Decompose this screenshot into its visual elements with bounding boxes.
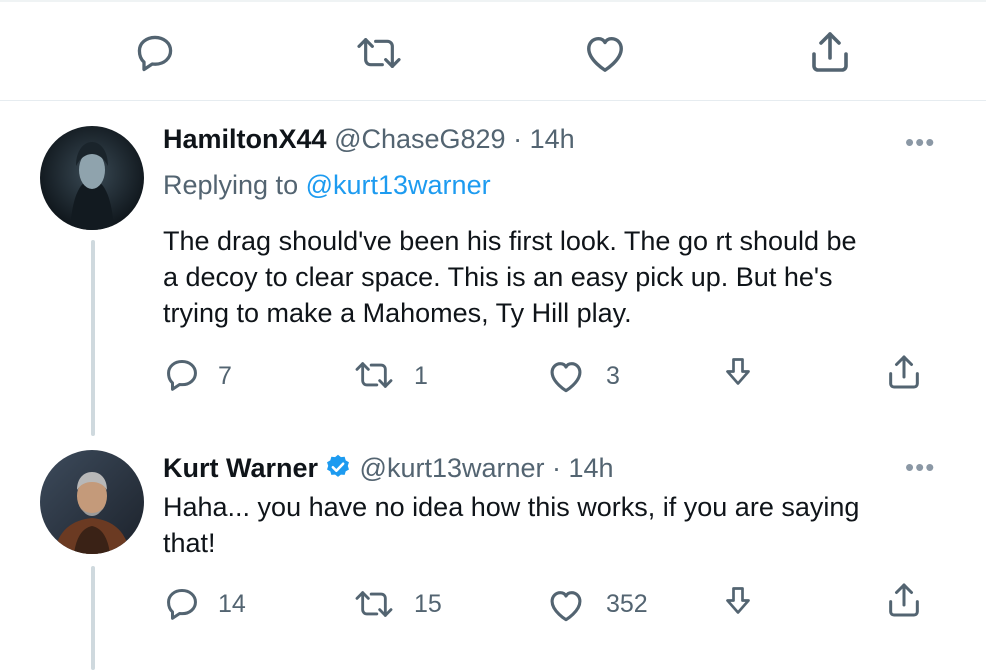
tweet-text-line: that! [163,528,216,558]
reply-icon[interactable] [163,356,201,394]
mention-link[interactable]: @kurt13warner [306,170,491,200]
tweet-text: The drag should've been his first look. … [163,223,963,331]
retweet-icon[interactable] [352,587,396,621]
top-border [0,0,986,2]
divider [0,100,986,101]
heart-icon[interactable] [582,32,628,74]
thread-line [91,566,95,670]
download-icon[interactable] [720,355,756,391]
display-name[interactable]: Kurt Warner [163,453,318,483]
tweet-text-line: a decoy to clear space. This is an easy … [163,262,833,292]
retweet-icon[interactable] [354,33,404,73]
reply-icon[interactable] [163,585,201,623]
tweet-text: Haha... you have no idea how this works,… [163,489,963,561]
thread-line [91,240,95,436]
replying-label: Replying to [163,170,306,200]
tweet-text-line: Haha... you have no idea how this works,… [163,492,860,522]
retweet-count: 15 [414,590,442,618]
display-name[interactable]: HamiltonX44 [163,124,327,154]
parent-tweet-actions [0,28,986,80]
tweet-text-line: trying to make a Mahomes, Ty Hill play. [163,298,632,328]
more-options-icon[interactable]: ••• [905,127,935,158]
reply-count: 14 [218,590,246,618]
retweet-icon[interactable] [352,358,396,392]
timestamp[interactable]: · 14h [513,124,575,154]
more-options-icon[interactable]: ••• [905,452,935,483]
user-handle[interactable]: @ChaseG829 [334,124,506,154]
tweet-text-line: The drag should've been his first look. … [163,226,857,256]
like-count: 352 [606,590,648,618]
share-icon[interactable] [884,580,924,620]
comment-icon[interactable] [133,31,177,75]
verified-badge-icon [324,453,352,488]
tweet-header: Kurt Warner @kurt13warner · 14h [163,452,614,488]
avatar[interactable] [40,126,144,230]
reply-count: 7 [218,362,232,390]
like-count: 3 [606,362,620,390]
like-icon[interactable] [546,587,586,623]
avatar[interactable] [40,450,144,554]
retweet-count: 1 [414,362,428,390]
timestamp[interactable]: · 14h [552,453,614,483]
download-icon[interactable] [720,584,756,620]
share-icon[interactable] [806,28,854,76]
like-icon[interactable] [546,358,586,394]
user-handle[interactable]: @kurt13warner [360,453,545,483]
tweet-header: HamiltonX44 @ChaseG829 · 14h [163,123,575,155]
replying-to: Replying to @kurt13warner [163,168,491,202]
share-icon[interactable] [884,352,924,392]
